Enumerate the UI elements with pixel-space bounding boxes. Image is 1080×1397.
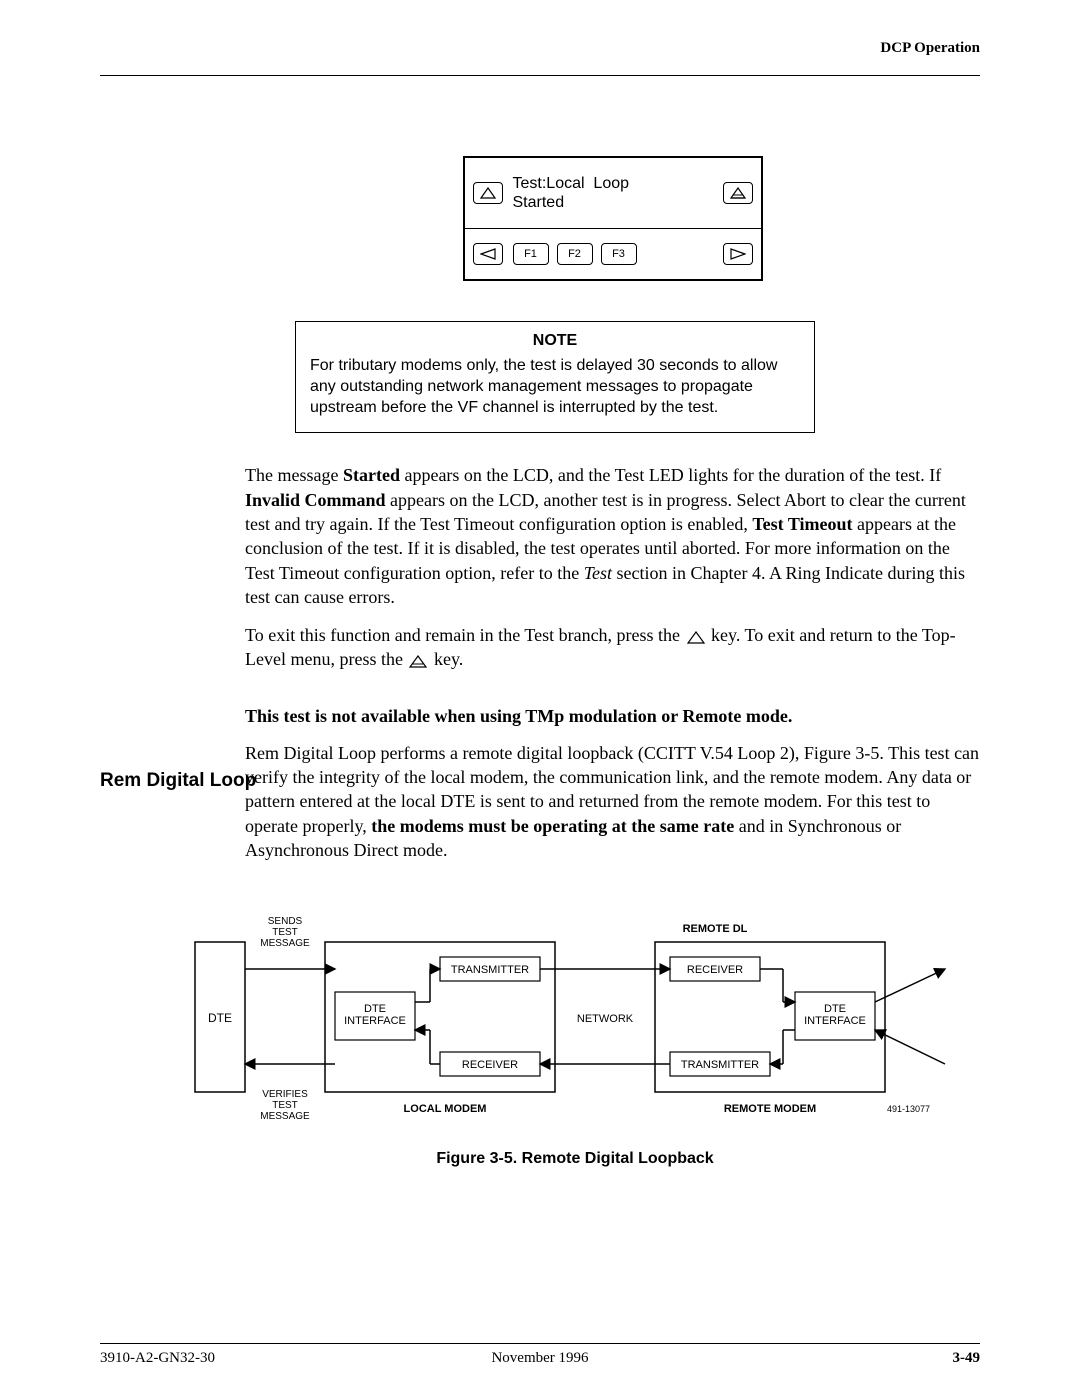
svg-text:DTEINTERFACE: DTEINTERFACE: [344, 1003, 406, 1027]
paragraph-rem-digital: Rem Digital Loop performs a remote digit…: [245, 741, 980, 862]
note-body: For tributary modems only, the test is d…: [310, 356, 800, 418]
svg-text:491-13077: 491-13077: [887, 1104, 930, 1114]
note-title: NOTE: [310, 332, 800, 350]
page-header: DCP Operation: [100, 40, 980, 76]
availability-note: This test is not available when using TM…: [245, 706, 980, 727]
function-keys: F1 F2 F3: [513, 243, 713, 265]
svg-text:REMOTE MODEM: REMOTE MODEM: [724, 1103, 816, 1115]
lcd-display: Test:Local Loop Started: [513, 174, 713, 212]
lcd-panel: Test:Local Loop Started F1 F2 F3: [463, 156, 763, 281]
left-icon: [473, 243, 503, 265]
svg-text:RECEIVER: RECEIVER: [462, 1059, 518, 1071]
svg-text:LOCAL MODEM: LOCAL MODEM: [404, 1103, 487, 1115]
svg-text:TRANSMITTER: TRANSMITTER: [681, 1059, 759, 1071]
figure-caption: Figure 3-5. Remote Digital Loopback: [185, 1150, 965, 1168]
section-heading-rem-digital-loop: Rem Digital Loop: [100, 770, 256, 792]
home-key-icon: [409, 655, 427, 668]
footer-date: November 1996: [100, 1350, 980, 1367]
home-icon: [723, 182, 753, 204]
svg-text:RECEIVER: RECEIVER: [687, 964, 743, 976]
svg-text:TRANSMITTER: TRANSMITTER: [451, 964, 529, 976]
page-footer: 3910-A2-GN32-30 November 1996 3-49: [100, 1343, 980, 1367]
svg-text:NETWORK: NETWORK: [577, 1013, 634, 1025]
f3-key: F3: [601, 243, 637, 265]
svg-text:VERIFIESTESTMESSAGE: VERIFIESTESTMESSAGE: [260, 1089, 310, 1122]
header-section: DCP Operation: [100, 40, 980, 57]
svg-text:REMOTE DL: REMOTE DL: [683, 923, 748, 935]
note-box: NOTE For tributary modems only, the test…: [295, 321, 815, 433]
up-key-icon: [687, 631, 705, 644]
dte-label: DTE: [208, 1011, 232, 1025]
f2-key: F2: [557, 243, 593, 265]
f1-key: F1: [513, 243, 549, 265]
loopback-diagram: DTE DTEINTERFACE TRANSMITTER RECEIVER LO…: [185, 902, 965, 1168]
paragraph-started: The message Started appears on the LCD, …: [245, 463, 980, 609]
right-icon: [723, 243, 753, 265]
svg-text:DTEINTERFACE: DTEINTERFACE: [804, 1003, 866, 1027]
up-icon: [473, 182, 503, 204]
svg-text:SENDSTESTMESSAGE: SENDSTESTMESSAGE: [260, 916, 310, 949]
paragraph-exit: To exit this function and remain in the …: [245, 623, 980, 672]
